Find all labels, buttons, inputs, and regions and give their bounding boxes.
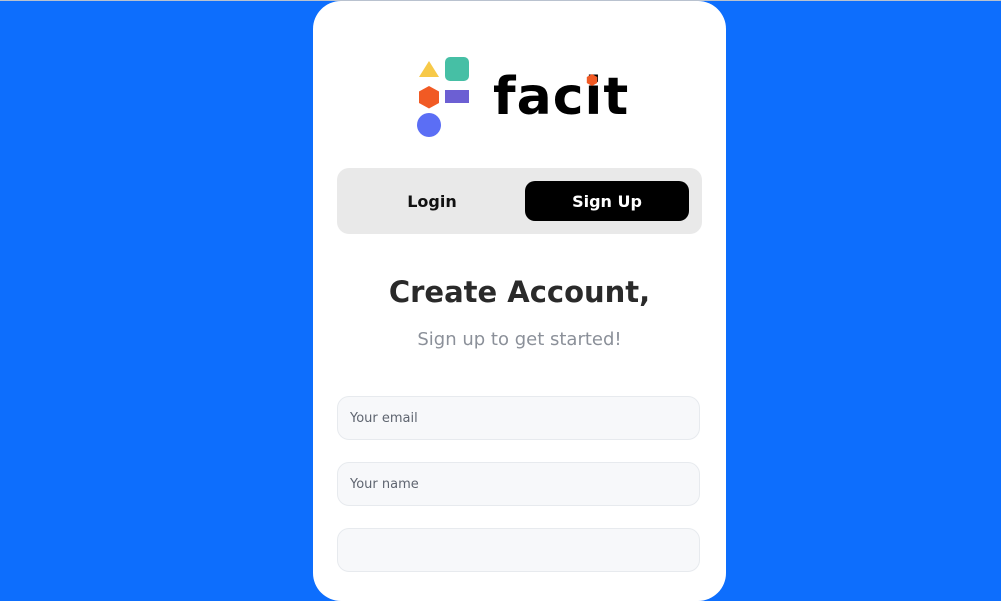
- logo-bar-icon: [445, 90, 469, 103]
- logo-circle-icon: [417, 113, 441, 137]
- signup-card: facit Login Sign Up Create Account, Sign…: [313, 1, 726, 601]
- page-subtitle: Sign up to get started!: [417, 329, 622, 350]
- email-field[interactable]: [337, 396, 700, 440]
- logo-hexagon-icon: [419, 86, 439, 109]
- auth-tabs: Login Sign Up: [337, 168, 702, 234]
- logo-mark-icon: [417, 57, 469, 137]
- facit-logo: facit: [417, 55, 630, 139]
- logo-dot-hexagon-icon: [586, 74, 598, 86]
- logo-square-icon: [445, 57, 469, 81]
- password-field[interactable]: [337, 528, 700, 572]
- page-title: Create Account,: [388, 275, 651, 309]
- tab-login[interactable]: Login: [350, 181, 514, 221]
- tab-signup[interactable]: Sign Up: [525, 181, 689, 221]
- logo-triangle-icon: [419, 61, 439, 77]
- name-field[interactable]: [337, 462, 700, 506]
- logo-wordmark: facit: [493, 67, 630, 127]
